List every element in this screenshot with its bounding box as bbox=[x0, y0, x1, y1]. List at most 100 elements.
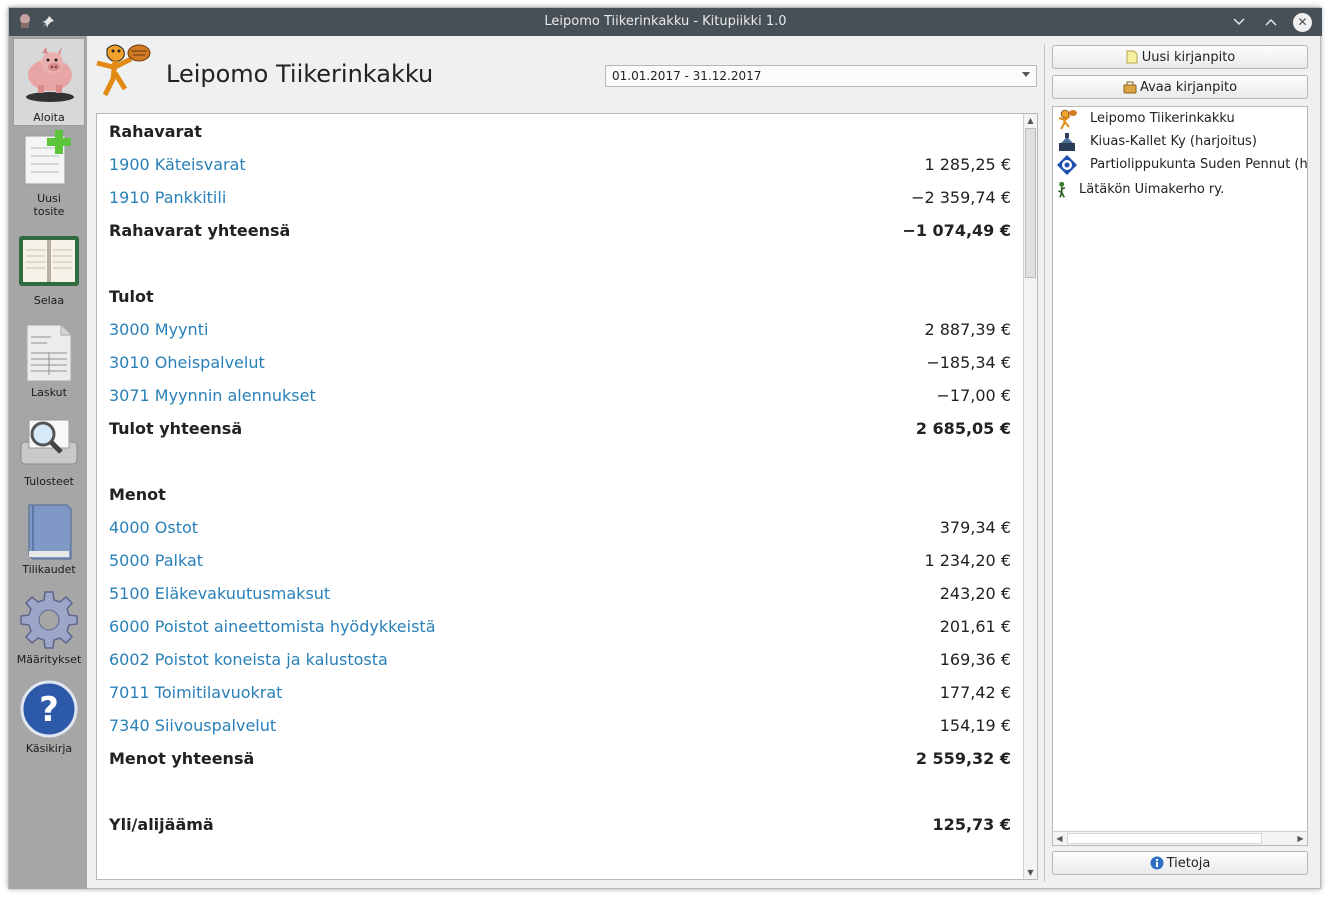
account-row[interactable]: 3071 Myynnin alennukset −17,00 € bbox=[109, 386, 1011, 410]
row-amount: 379,34 € bbox=[939, 518, 1011, 537]
about-button[interactable]: Tietoja bbox=[1052, 851, 1308, 875]
row-label: Yli/alijäämä bbox=[109, 815, 214, 834]
row-label: Menot yhteensä bbox=[109, 749, 255, 768]
recent-item[interactable]: Kiuas-Kallet Ky (harjoitus) bbox=[1056, 131, 1307, 153]
about-label: Tietoja bbox=[1166, 855, 1211, 871]
account-row[interactable]: 7340 Siivouspalvelut 154,19 € bbox=[109, 716, 1011, 740]
row-amount: 243,20 € bbox=[939, 584, 1011, 603]
account-row[interactable]: 3010 Oheispalvelut −185,34 € bbox=[109, 353, 1011, 377]
help-icon: ? bbox=[20, 680, 78, 738]
sidebar-item-uusi-tosite[interactable]: Uusi tosite bbox=[13, 128, 85, 218]
recent-list-scrollbar[interactable]: ◀ ▶ bbox=[1053, 831, 1307, 845]
new-document-icon bbox=[1126, 50, 1138, 64]
window-title: Leipomo Tiikerinkakku - Kitupiikki 1.0 bbox=[544, 14, 787, 29]
invoice-icon bbox=[26, 324, 72, 382]
row-amount: 2 685,05 € bbox=[915, 419, 1011, 438]
account-link[interactable]: 5100 Eläkevakuutusmaksut bbox=[109, 584, 330, 603]
title-bar[interactable]: Leipomo Tiikerinkakku - Kitupiikki 1.0 ✕ bbox=[9, 8, 1322, 36]
print-preview-icon bbox=[20, 419, 78, 465]
recent-bookkeepings-list: Leipomo Tiikerinkakku Kiuas-Kallet Ky (h… bbox=[1052, 106, 1308, 846]
scroll-down-icon[interactable]: ▼ bbox=[1024, 866, 1037, 879]
tiger-icon bbox=[1058, 109, 1077, 130]
row-amount: −1 074,49 € bbox=[902, 221, 1011, 240]
new-bookkeeping-button[interactable]: Uusi kirjanpito bbox=[1052, 45, 1308, 69]
report-scrollbar[interactable]: ▲ ▼ bbox=[1023, 114, 1037, 879]
sidebar-item-laskut[interactable]: Laskut bbox=[13, 323, 85, 411]
account-link[interactable]: 3071 Myynnin alennukset bbox=[109, 386, 316, 405]
minimize-button[interactable] bbox=[1229, 12, 1249, 32]
row-label: Menot bbox=[109, 485, 166, 504]
recent-item[interactable]: Lätäkön Uimakerho ry. bbox=[1056, 179, 1307, 201]
section-heading-row: Menot bbox=[109, 485, 1011, 509]
scrollbar-thumb[interactable] bbox=[1025, 128, 1036, 278]
scroll-left-icon[interactable]: ◀ bbox=[1053, 832, 1066, 845]
account-link[interactable]: 5000 Palkat bbox=[109, 551, 203, 570]
close-icon: ✕ bbox=[1297, 15, 1308, 29]
row-amount: 201,61 € bbox=[939, 617, 1011, 636]
open-bookkeeping-button[interactable]: Avaa kirjanpito bbox=[1052, 75, 1308, 99]
sidebar-item-maaritykset[interactable]: Määritykset bbox=[13, 590, 85, 678]
account-row[interactable]: 1910 Pankkitili −2 359,74 € bbox=[109, 188, 1011, 212]
piggy-bank-icon bbox=[26, 47, 74, 102]
total-row: Yli/alijäämä 125,73 € bbox=[109, 815, 1011, 839]
recent-item[interactable]: Partiolippukunta Suden Pennut (harjoitus… bbox=[1056, 154, 1308, 176]
open-folder-icon bbox=[1123, 81, 1137, 94]
scroll-up-icon[interactable]: ▲ bbox=[1024, 114, 1037, 127]
sidebar-item-selaa[interactable]: Selaa bbox=[13, 234, 85, 322]
row-amount: 2 887,39 € bbox=[924, 320, 1011, 339]
account-link[interactable]: 1900 Käteisvarat bbox=[109, 155, 246, 174]
account-row[interactable]: 4000 Ostot 379,34 € bbox=[109, 518, 1011, 542]
info-icon bbox=[1150, 856, 1164, 870]
recent-item[interactable]: Leipomo Tiikerinkakku bbox=[1056, 108, 1307, 130]
sidebar-item-label: Laskut bbox=[31, 386, 67, 399]
maximize-button[interactable] bbox=[1261, 12, 1281, 32]
account-row[interactable]: 5000 Palkat 1 234,20 € bbox=[109, 551, 1011, 575]
sidebar-item-aloita[interactable]: Aloita bbox=[13, 38, 85, 126]
sauna-stove-icon bbox=[1059, 133, 1075, 151]
account-link[interactable]: 1910 Pankkitili bbox=[109, 188, 226, 207]
row-amount: −17,00 € bbox=[936, 386, 1011, 405]
row-label: Rahavarat yhteensä bbox=[109, 221, 291, 240]
account-row[interactable]: 6000 Poistot aineettomista hyödykkeistä 2… bbox=[109, 617, 1011, 641]
account-row[interactable]: 7011 Toimitilavuokrat 177,42 € bbox=[109, 683, 1011, 707]
account-row[interactable]: 1900 Käteisvarat 1 285,25 € bbox=[109, 155, 1011, 179]
account-link[interactable]: 4000 Ostot bbox=[109, 518, 198, 537]
row-amount: −2 359,74 € bbox=[911, 188, 1011, 207]
account-link[interactable]: 6002 Poistot koneista ja kalustosta bbox=[109, 650, 388, 669]
account-link[interactable]: 3010 Oheispalvelut bbox=[109, 353, 265, 372]
svg-text:?: ? bbox=[39, 690, 59, 730]
panel-divider[interactable] bbox=[1044, 44, 1045, 882]
sidebar-item-label: Määritykset bbox=[16, 653, 82, 666]
account-link[interactable]: 7011 Toimitilavuokrat bbox=[109, 683, 282, 702]
row-amount: 2 559,32 € bbox=[915, 749, 1011, 768]
recent-item-label: Kiuas-Kallet Ky (harjoitus) bbox=[1090, 134, 1257, 149]
new-voucher-icon bbox=[24, 130, 71, 185]
row-amount: 177,42 € bbox=[939, 683, 1011, 702]
chevron-down-icon bbox=[1233, 18, 1245, 26]
recent-item-label: Partiolippukunta Suden Pennut (harjoitus… bbox=[1090, 157, 1308, 172]
account-row[interactable]: 5100 Eläkevakuutusmaksut 243,20 € bbox=[109, 584, 1011, 608]
row-amount: 1 285,25 € bbox=[924, 155, 1011, 174]
account-row[interactable]: 6002 Poistot koneista ja kalustosta 169,3… bbox=[109, 650, 1011, 674]
section-heading-row: Tulot bbox=[109, 287, 1011, 311]
sidebar-item-label: Aloita bbox=[33, 111, 65, 124]
calendar-book-icon bbox=[19, 236, 79, 286]
account-link[interactable]: 7340 Siivouspalvelut bbox=[109, 716, 276, 735]
scrollbar-thumb[interactable] bbox=[1067, 833, 1262, 844]
row-label: Tulot bbox=[109, 287, 154, 306]
row-amount: 125,73 € bbox=[932, 815, 1011, 834]
period-select[interactable]: 01.01.2017 - 31.12.2017 bbox=[605, 65, 1037, 87]
scout-emblem-icon bbox=[1057, 155, 1077, 175]
sidebar-item-kasikirja[interactable]: ? Käsikirja bbox=[13, 679, 85, 767]
sidebar-item-tulosteet[interactable]: Tulosteet bbox=[13, 412, 85, 500]
account-row[interactable]: 3000 Myynti 2 887,39 € bbox=[109, 320, 1011, 344]
new-bookkeeping-label: Uusi kirjanpito bbox=[1141, 49, 1236, 65]
close-button[interactable]: ✕ bbox=[1293, 12, 1312, 32]
sidebar-item-tilikaudet[interactable]: Tilikaudet bbox=[13, 501, 85, 589]
account-link[interactable]: 6000 Poistot aineettomista hyödykkeistä bbox=[109, 617, 436, 636]
chevron-up-icon bbox=[1265, 18, 1277, 26]
account-link[interactable]: 3000 Myynti bbox=[109, 320, 208, 339]
swimmer-icon bbox=[1058, 181, 1066, 198]
scroll-right-icon[interactable]: ▶ bbox=[1294, 832, 1307, 845]
row-label: Rahavarat bbox=[109, 122, 202, 141]
